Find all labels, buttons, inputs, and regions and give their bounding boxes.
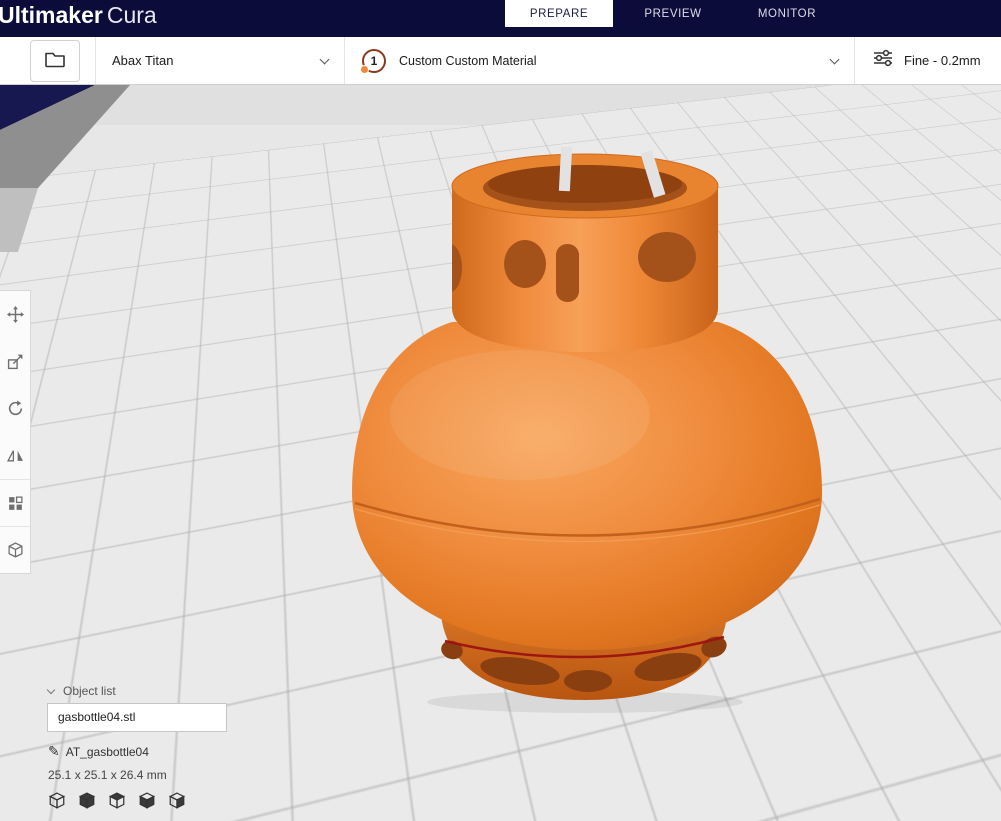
profile-name: Fine - 0.2mm [904,53,981,68]
stage-tabs: PREPARE PREVIEW MONITOR [505,0,841,27]
rotate-tool-button[interactable] [0,385,30,432]
support-blocker-button[interactable] [0,526,30,573]
chevron-down-icon [829,54,840,64]
move-tool-button[interactable] [0,291,30,338]
material-color-dot [360,64,369,74]
object-list-item[interactable]: gasbottle04.stl [47,703,227,732]
object-list-toggle[interactable]: Object list [46,684,116,698]
extruder-number: 1 [370,53,378,68]
mirror-tool-button[interactable] [0,432,30,479]
app-logo: Ultimaker Cura [0,2,157,29]
model-caption: ✎ AT_gasbottle04 [48,743,149,760]
rotate-icon [8,400,22,416]
print-settings-button[interactable]: Fine - 0.2mm [856,37,1001,84]
open-file-button[interactable] [30,40,80,82]
per-model-settings-icon [8,495,23,510]
cube-side-faces-icon[interactable] [138,792,156,810]
scale-tool-button[interactable] [0,338,30,385]
app-header: Ultimaker Cura PREPARE PREVIEW MONITOR [0,0,1001,37]
material-name: Custom Custom Material [399,53,537,68]
model-icon-row [48,792,186,810]
cube-solid-icon[interactable] [78,792,96,810]
support-blocker-icon [7,541,23,558]
cube-outline-icon[interactable] [48,792,66,810]
chevron-down-icon [319,54,330,64]
per-model-settings-button[interactable] [0,479,30,526]
model-dimensions: 25.1 x 25.1 x 26.4 mm [48,768,167,782]
chevron-down-icon [46,685,56,695]
object-file-name: gasbottle04.stl [58,710,136,724]
tab-preview[interactable]: PREVIEW [619,0,727,27]
cube-right-face-icon[interactable] [168,792,186,810]
main-toolbar: Abax Titan 1 Custom Custom Material Fine… [0,37,1001,85]
extruder-badge: 1 [360,48,386,74]
printer-name: Abax Titan [112,53,174,68]
printer-selector[interactable]: Abax Titan [95,37,345,84]
mirror-icon [6,450,23,462]
pencil-icon: ✎ [48,743,60,759]
brand-bold: Ultimaker [0,2,103,28]
move-icon [6,306,24,323]
tab-monitor[interactable]: MONITOR [733,0,841,27]
material-selector[interactable]: 1 Custom Custom Material [346,37,855,84]
sliders-icon [872,49,894,72]
object-list-title: Object list [63,684,116,698]
model-tool-panel [0,290,31,574]
model-name-label: AT_gasbottle04 [65,744,149,759]
tab-prepare[interactable]: PREPARE [505,0,613,27]
folder-icon [44,50,66,73]
cube-top-face-icon[interactable] [108,792,126,810]
cura-app-window: { "header": { "brand": { "bold": "Ultima… [0,0,1001,821]
scale-icon [7,354,22,370]
brand-light: Cura [106,2,157,28]
